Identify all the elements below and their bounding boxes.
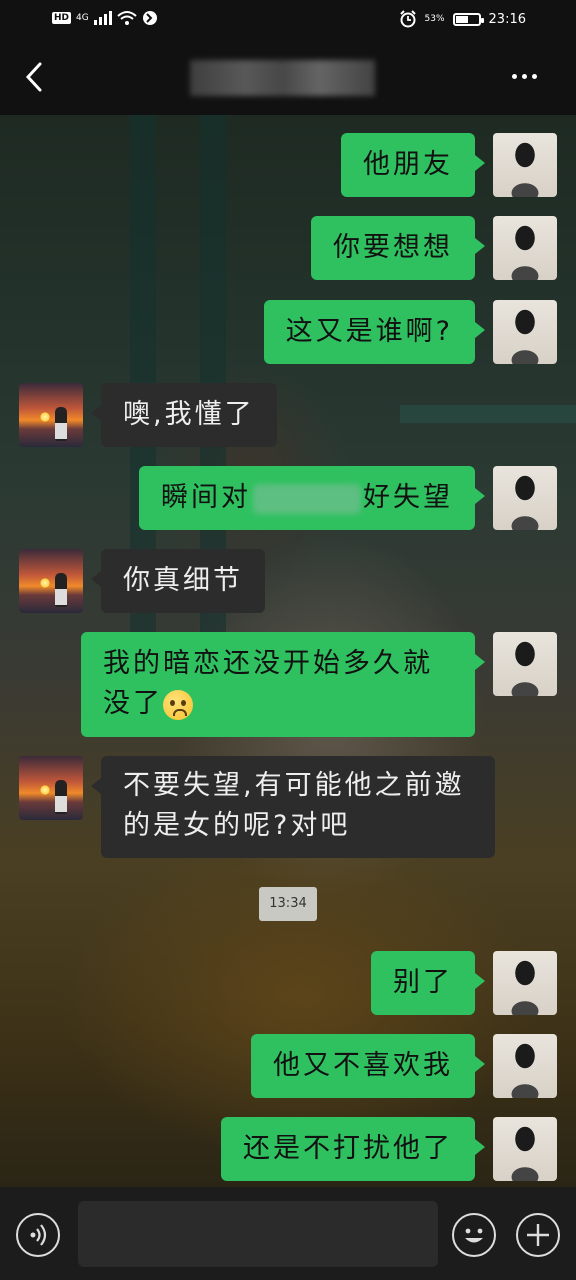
message-text: 我的暗恋还没开始多久就没了 <box>103 648 433 719</box>
avatar-me[interactable] <box>493 133 557 197</box>
chat-header <box>0 40 576 115</box>
battery-icon <box>452 12 484 26</box>
message-text: 你真细节 <box>123 565 243 596</box>
message-text: 他朋友 <box>363 149 453 180</box>
signal-icon <box>93 11 112 25</box>
message-text: 噢,我懂了 <box>123 399 255 430</box>
message-bubble-sent[interactable]: 我的暗恋还没开始多久就没了 <box>81 632 485 737</box>
message-text: 瞬间对 <box>161 482 251 513</box>
battery-level <box>455 15 468 23</box>
status-left: HD 4G <box>52 10 158 26</box>
input-bar <box>0 1187 576 1280</box>
message-bubble-sent[interactable]: 瞬间对 好失望 <box>139 466 485 530</box>
message-bubble-received[interactable]: 你真细节 <box>91 549 265 613</box>
message-bubble-sent[interactable]: 你要想想 <box>311 216 485 280</box>
message-text: 不要失望,有可能他之前邀的是女的呢?对吧 <box>123 770 465 841</box>
message-text: 好失望 <box>363 482 453 513</box>
chevron-left-icon[interactable] <box>20 60 50 94</box>
smiley-icon[interactable] <box>452 1213 496 1257</box>
status-right: 53% 23:16 <box>399 10 526 28</box>
network-badge: HD <box>52 12 72 24</box>
message-input[interactable] <box>78 1201 438 1267</box>
message-bubble-sent[interactable]: 他朋友 <box>341 133 485 197</box>
alarm-icon <box>399 10 416 28</box>
chat-title-redacted <box>190 60 375 96</box>
avatar-contact[interactable] <box>19 756 83 820</box>
message-bubble-sent[interactable]: 这又是谁啊? <box>263 300 486 364</box>
avatar-contact[interactable] <box>19 383 83 447</box>
message-text: 这又是谁啊? <box>285 316 453 347</box>
network-type: 4G <box>76 13 89 23</box>
plus-icon[interactable] <box>516 1213 560 1257</box>
message-bubble-sent[interactable]: 别了 <box>371 951 485 1015</box>
message-bubble-received[interactable]: 噢,我懂了 <box>91 383 277 447</box>
message-bubble-sent[interactable]: 还是不打扰他了 <box>221 1117 485 1181</box>
avatar-me[interactable] <box>493 300 557 364</box>
message-text: 还是不打扰他了 <box>243 1133 453 1164</box>
clock: 23:16 <box>488 11 526 27</box>
message-text: 别了 <box>393 967 453 998</box>
redacted-text <box>253 483 361 514</box>
avatar-me[interactable] <box>493 466 557 530</box>
crying-emoji-icon <box>163 689 193 720</box>
avatar-me[interactable] <box>493 216 557 280</box>
avatar-me[interactable] <box>493 1117 557 1181</box>
status-bar: HD 4G 53% 23:16 <box>0 0 576 40</box>
avatar-me[interactable] <box>493 632 557 696</box>
message-bubble-received[interactable]: 不要失望,有可能他之前邀的是女的呢?对吧 <box>91 756 495 858</box>
message-bubble-sent[interactable]: 他又不喜欢我 <box>251 1034 485 1098</box>
more-dots-icon[interactable] <box>512 74 537 79</box>
avatar-me[interactable] <box>493 951 557 1015</box>
battery-percent: 53% <box>424 14 445 24</box>
wifi-icon <box>117 11 137 25</box>
timestamp: 13:34 <box>259 887 317 921</box>
avatar-contact[interactable] <box>19 549 83 613</box>
message-text: 他又不喜欢我 <box>273 1050 453 1081</box>
message-text: 你要想想 <box>333 232 453 263</box>
voice-icon[interactable] <box>16 1213 60 1257</box>
avatar-me[interactable] <box>493 1034 557 1098</box>
hotspot-icon <box>142 11 157 25</box>
